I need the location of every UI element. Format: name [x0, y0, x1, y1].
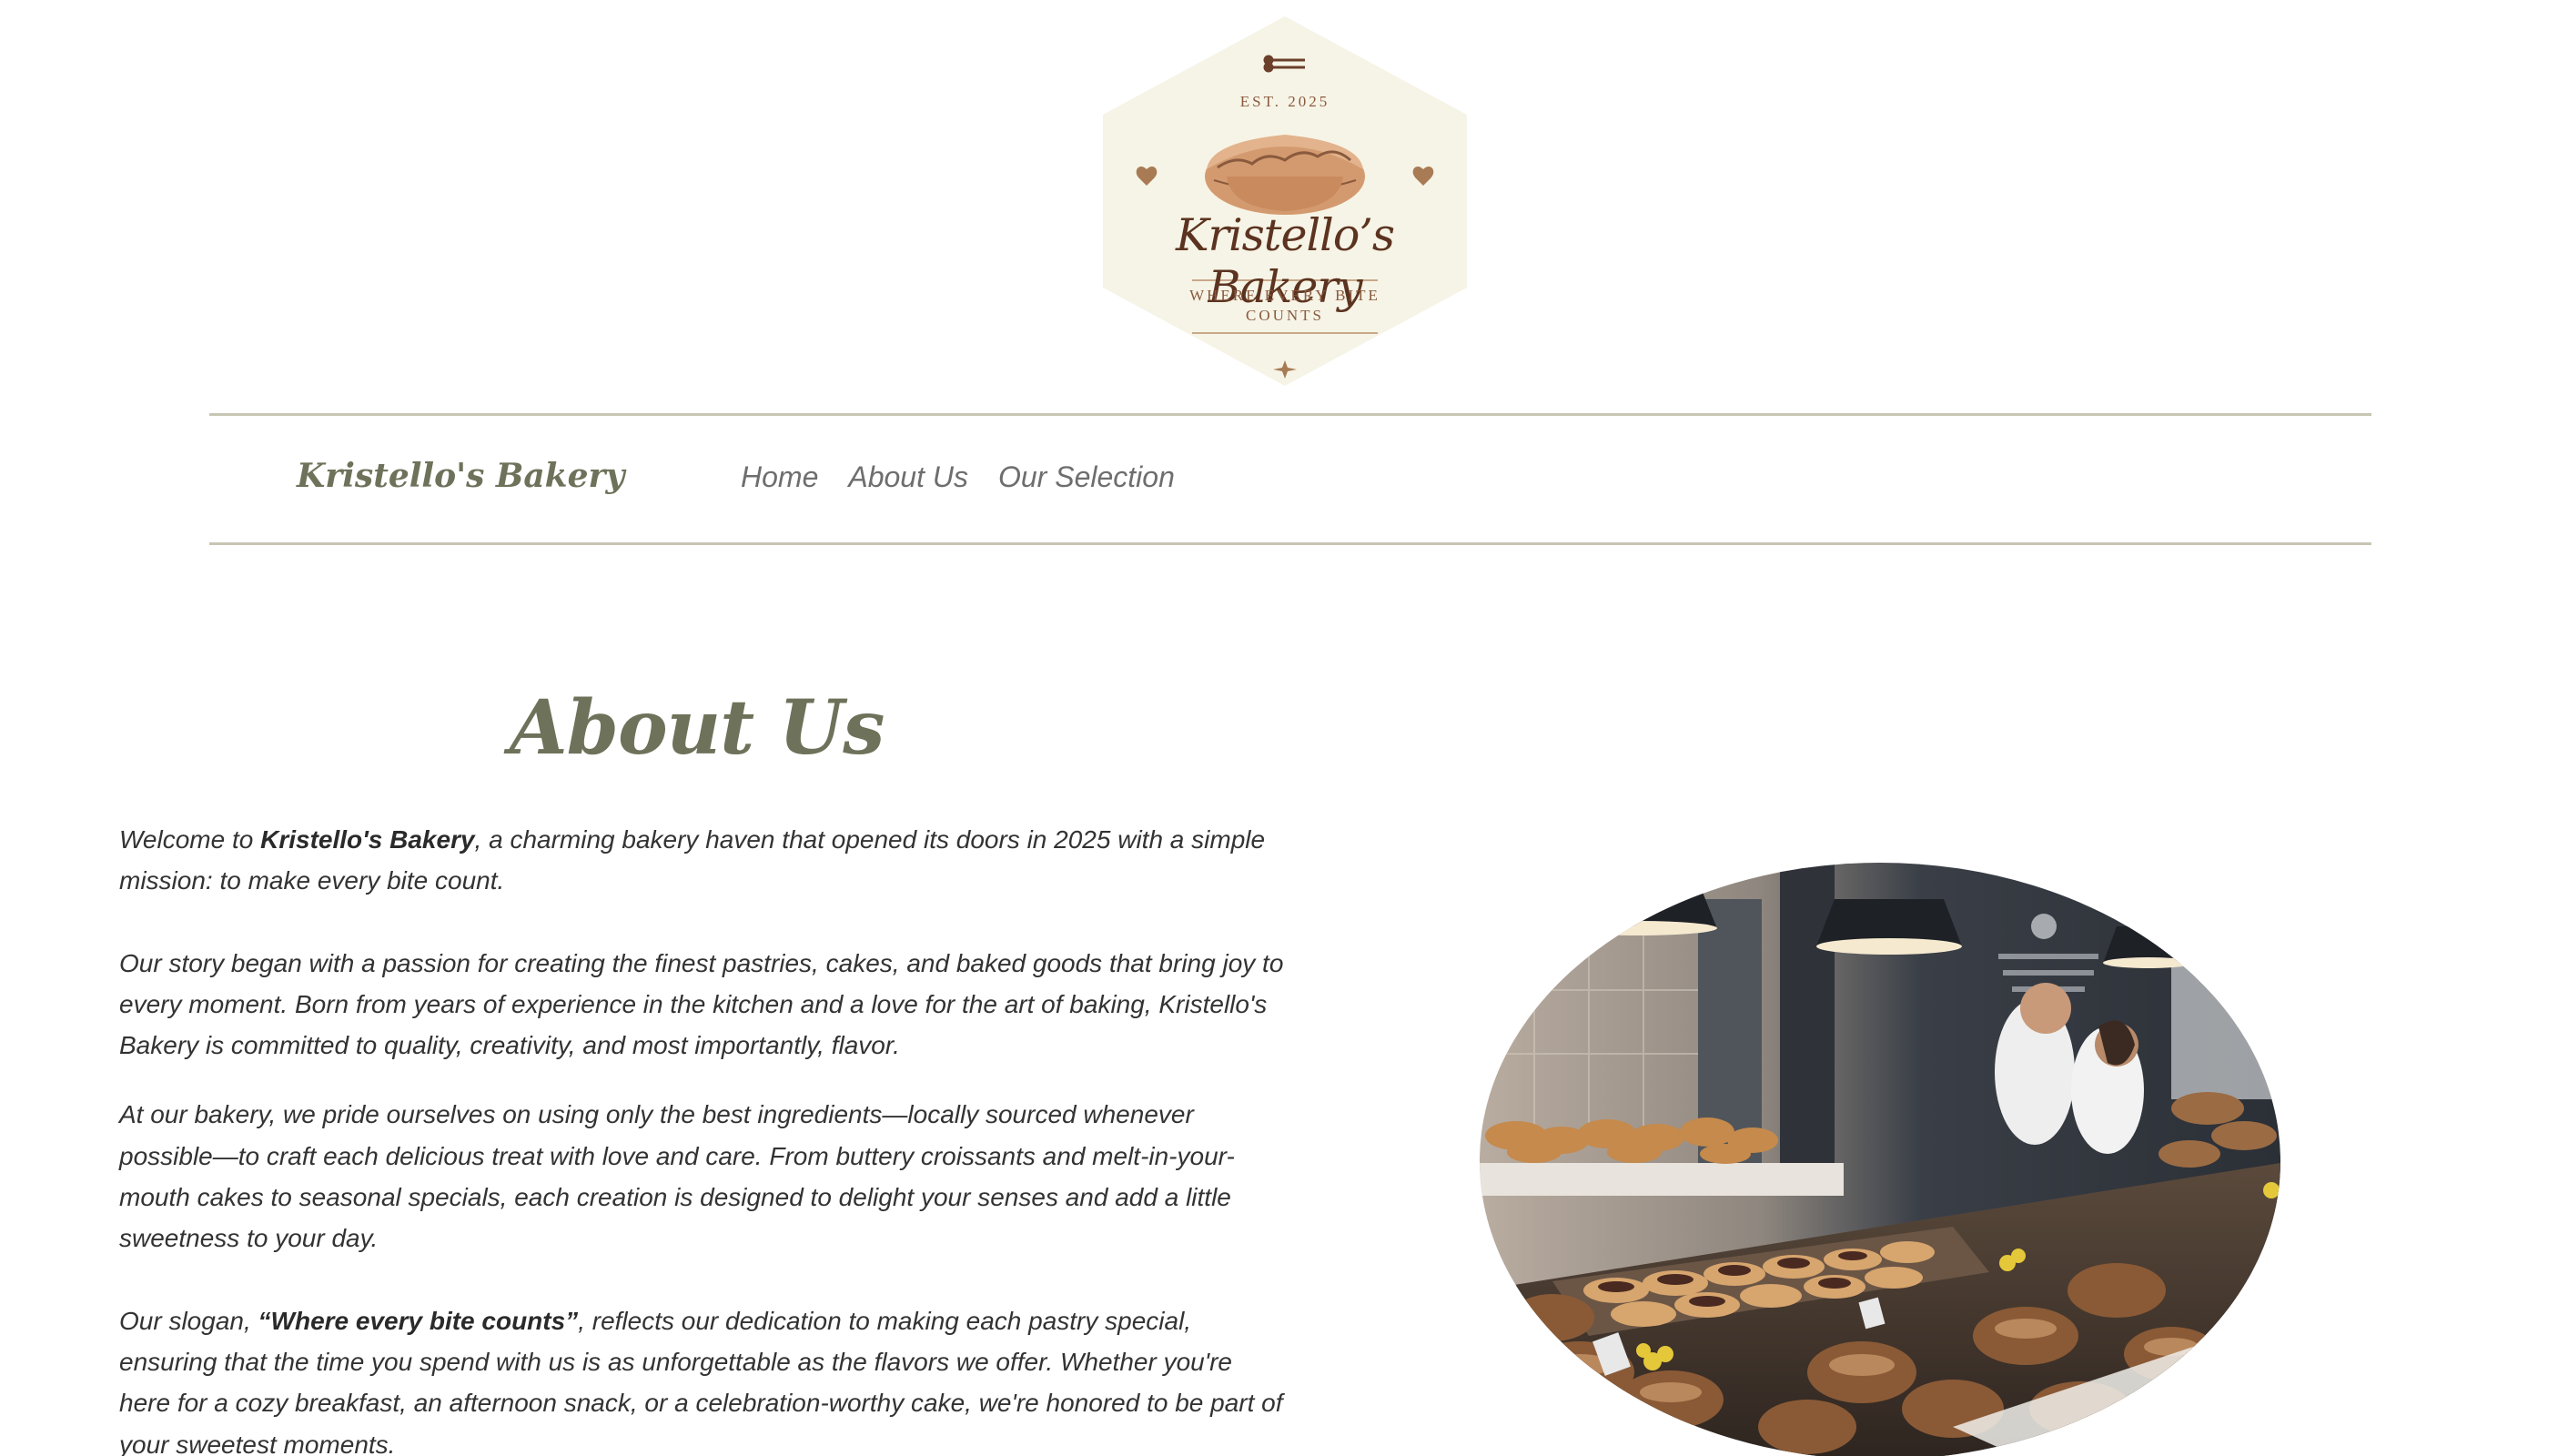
intro-paragraph: Welcome to Kristello's Bakery, a charmin…: [119, 825, 1266, 895]
nav-link-about-us[interactable]: About Us: [848, 460, 968, 494]
slogan-bold: “Where every bite counts”: [258, 1306, 579, 1335]
pie-icon: [1205, 135, 1365, 215]
logo-est-label: EST. 2025: [1239, 93, 1330, 110]
story-paragraph: Our story began with a passion for creat…: [119, 948, 1284, 1060]
bakery-name-bold: Kristello's Bakery: [260, 825, 475, 854]
nav-link-our-selection[interactable]: Our Selection: [998, 460, 1175, 494]
main-nav: Kristello's Bakery Home About Us Our Sel…: [209, 413, 2371, 545]
about-copy: Welcome to Kristello's Bakery, a charmin…: [119, 819, 1284, 1456]
bakery-logo[interactable]: EST. 2025 Kristello’s Bakery WHERE EVERY…: [1099, 15, 1471, 388]
nav-links: Home About Us Our Selection: [741, 460, 1175, 494]
page: EST. 2025 Kristello’s Bakery WHERE EVERY…: [0, 0, 2568, 1456]
logo-badge: [1103, 16, 1467, 386]
nav-brand[interactable]: Kristello's Bakery: [297, 457, 624, 495]
slogan-paragraph: Our slogan, “Where every bite counts”, r…: [119, 1306, 1283, 1456]
logo-slogan: WHERE EVERY BITE COUNTS: [1189, 287, 1380, 324]
nav-link-home[interactable]: Home: [741, 460, 818, 494]
bakery-interior-photo: [1480, 863, 2280, 1456]
ingredients-paragraph: At our bakery, we pride ourselves on usi…: [119, 1100, 1235, 1253]
page-title: About Us: [510, 684, 885, 772]
